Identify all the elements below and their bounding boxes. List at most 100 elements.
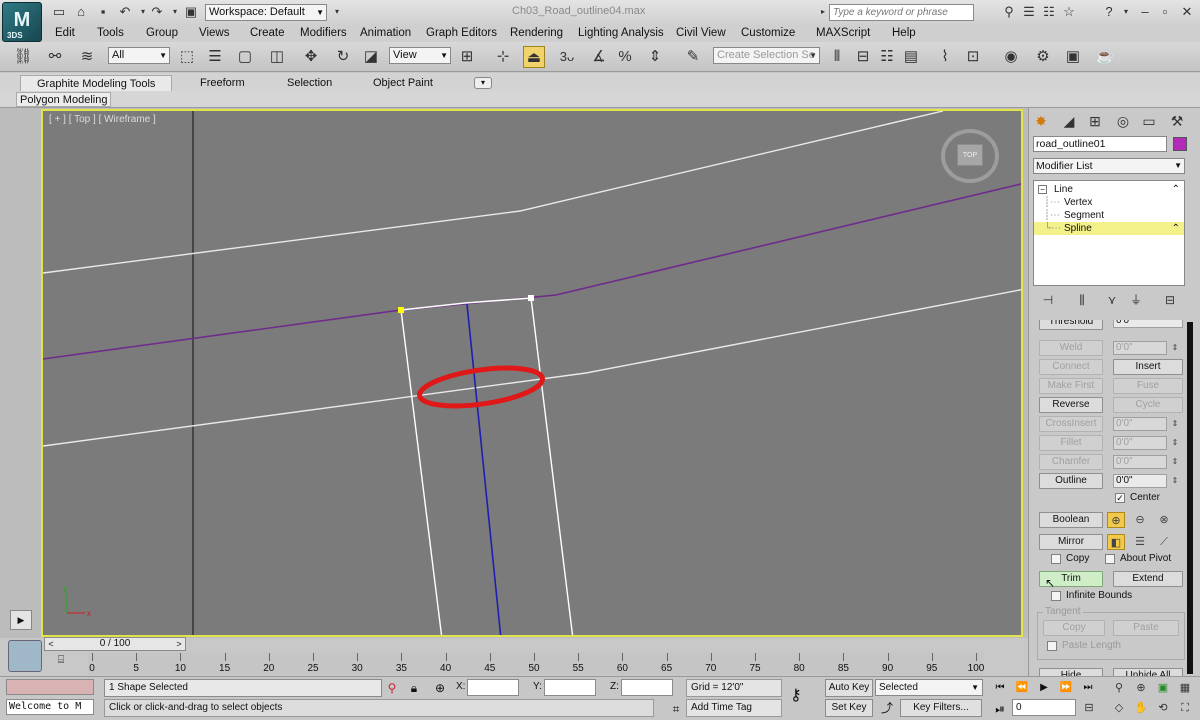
chevron-up-icon[interactable]: ⌃ <box>1172 183 1180 196</box>
schematic-view-icon[interactable]: ⊡ <box>962 46 984 68</box>
tab-graphite-modeling-tools[interactable]: Graphite Modeling Tools <box>20 75 173 91</box>
menu-lighting-analysis[interactable]: Lighting Analysis <box>578 26 664 41</box>
help-dropdown-icon[interactable]: ▾ <box>1117 4 1135 20</box>
quick-access-dropdown-icon[interactable]: ▾ <box>328 4 346 20</box>
center-checkbox[interactable]: ✓ <box>1115 493 1125 503</box>
maxscript-listener-output[interactable]: Welcome to M <box>6 699 94 715</box>
absolute-mode-icon[interactable]: ⊕ <box>432 680 448 696</box>
selection-lock-icon[interactable]: 🔒︎ <box>406 680 422 696</box>
key-mode-toggle-icon[interactable]: ⏯ <box>992 701 1008 717</box>
show-end-result-icon[interactable]: ⫼ <box>1071 292 1093 308</box>
pan-view-icon[interactable]: ✋ <box>1132 699 1150 717</box>
stack-item-vertex[interactable]: ┊⋯ Vertex <box>1034 196 1184 209</box>
workspace-dropdown[interactable]: Workspace: Default ▼ <box>205 4 327 21</box>
snaps-toggle-icon[interactable]: 3ᴗ <box>556 46 578 68</box>
track-bar[interactable]: 0 5 10 15 20 25 30 35 40 45 50 55 60 65 70 75 80 85 90 95 10… <box>88 653 984 675</box>
select-object-icon[interactable]: ⬚ <box>176 46 198 68</box>
viewport-canvas[interactable]: y x <box>43 111 1023 637</box>
intersection-icon[interactable]: ⊗ <box>1155 512 1173 528</box>
spinner-arrows-icon[interactable]: ⇕ <box>1169 340 1181 356</box>
union-icon[interactable]: ⊕ <box>1107 512 1125 528</box>
spinner-arrows-icon[interactable]: ⇕ <box>1169 473 1181 489</box>
track-bar-toggle-icon[interactable]: ⌸ <box>50 654 72 668</box>
modify-tab-icon[interactable]: ◢ <box>1059 111 1079 131</box>
weld-button[interactable]: Weld <box>1039 340 1103 356</box>
reference-coordinate-dropdown[interactable]: View ▼ <box>389 47 451 64</box>
minilistener-toggle[interactable] <box>8 640 42 672</box>
menu-help[interactable]: Help <box>892 26 916 41</box>
spinner-arrows-icon[interactable]: ⇕ <box>1169 454 1181 470</box>
menu-maxscript[interactable]: MAXScript <box>816 26 870 41</box>
add-time-tag-button[interactable]: Add Time Tag <box>686 699 782 717</box>
stack-item-line[interactable]: − Line ⌃ <box>1034 183 1184 196</box>
pin-stack-icon[interactable]: ⊣ <box>1037 292 1059 308</box>
menu-customize[interactable]: Customize <box>741 26 795 41</box>
render-setup-icon[interactable]: ⚙ <box>1032 46 1054 68</box>
first-vertex-marker[interactable] <box>398 307 404 313</box>
subscription-icon[interactable]: ☰ <box>1020 4 1038 20</box>
y-coordinate-field[interactable] <box>544 679 596 696</box>
time-configuration-icon[interactable]: ⊟ <box>1080 699 1098 717</box>
help-icon[interactable]: ? <box>1100 4 1118 20</box>
link-icon[interactable]: ⛓ <box>12 46 34 68</box>
viewport-layout-tab-arrow[interactable]: ▶ <box>10 610 32 630</box>
application-logo[interactable]: M 3DS <box>2 2 42 42</box>
remove-modifier-icon[interactable]: ⏚ <box>1125 292 1147 308</box>
tab-selection[interactable]: Selection <box>287 75 332 91</box>
ribbon-options-icon[interactable]: ▾ <box>474 77 492 89</box>
menu-group[interactable]: Group <box>146 26 178 41</box>
next-key-icon[interactable]: ⏩ <box>1056 680 1076 696</box>
save-icon[interactable]: ▪ <box>94 4 112 20</box>
display-tab-icon[interactable]: ▭ <box>1139 111 1159 131</box>
go-to-end-icon[interactable]: ⏭ <box>1078 680 1098 696</box>
z-coordinate-field[interactable] <box>621 679 673 696</box>
maximize-icon[interactable]: ▫ <box>1156 4 1174 20</box>
menu-create[interactable]: Create <box>250 26 285 41</box>
outline-button[interactable]: Outline <box>1039 473 1103 489</box>
default-in-out-tangents-icon[interactable]: ⤴ <box>876 699 898 717</box>
viewcube-top-face[interactable]: TOP <box>957 144 983 166</box>
key-mode-dropdown[interactable]: Selected ▼ <box>875 679 983 696</box>
fillet-spinner[interactable]: 0'0" <box>1113 436 1167 450</box>
menu-edit[interactable]: Edit <box>55 26 75 41</box>
stack-item-segment[interactable]: ┊⋯ Segment <box>1034 209 1184 222</box>
move-icon[interactable]: ✥ <box>300 46 322 68</box>
layer-manager-icon[interactable]: ☷ <box>876 46 898 68</box>
object-name-field[interactable]: road_outline01 <box>1033 136 1167 152</box>
time-tag-icon[interactable]: ⌗ <box>668 701 684 717</box>
current-frame-field[interactable]: 0 <box>1012 699 1076 716</box>
viewcube[interactable]: TOP <box>939 129 1001 183</box>
fillet-button[interactable]: Fillet <box>1039 435 1103 451</box>
rotate-icon[interactable]: ↻ <box>332 46 354 68</box>
menu-tools[interactable]: Tools <box>97 26 124 41</box>
menu-views[interactable]: Views <box>199 26 229 41</box>
paste-length-checkbox[interactable] <box>1047 641 1057 651</box>
unlink-icon[interactable]: ⚯ <box>44 46 66 68</box>
project-folder-icon[interactable]: ▣ <box>182 4 200 20</box>
key-icon[interactable]: ⚷ <box>790 685 802 705</box>
key-filters-button[interactable]: Key Filters... <box>900 699 982 717</box>
set-key-button[interactable]: Set Key <box>825 699 873 717</box>
connect-button[interactable]: Connect <box>1039 359 1103 375</box>
fuse-button[interactable]: Fuse <box>1113 378 1183 394</box>
orbit-icon[interactable]: ⟲ <box>1154 699 1172 717</box>
search-input[interactable]: Type a keyword or phrase <box>829 4 974 21</box>
binoculars-icon[interactable]: ⚲ <box>1000 4 1018 20</box>
open-file-icon[interactable]: ⌂ <box>72 4 90 20</box>
mirror-horizontal-icon[interactable]: ◧ <box>1107 534 1125 550</box>
collapse-icon[interactable]: − <box>1038 185 1047 194</box>
extend-button[interactable]: Extend <box>1113 571 1183 587</box>
infinite-bounds-checkbox[interactable] <box>1051 591 1061 601</box>
mirror-vertical-icon[interactable]: ☰ <box>1131 534 1149 550</box>
about-pivot-checkbox[interactable] <box>1105 554 1115 564</box>
copy-checkbox[interactable] <box>1051 554 1061 564</box>
reverse-button[interactable]: Reverse <box>1039 397 1103 413</box>
hierarchy-tab-icon[interactable]: ⊞ <box>1085 111 1105 131</box>
crossinsert-button[interactable]: CrossInsert <box>1039 416 1103 432</box>
curve-editor-icon[interactable]: ⌇ <box>934 46 956 68</box>
scale-icon[interactable]: ◪ <box>360 46 382 68</box>
zoom-all-icon[interactable]: ⊕ <box>1132 679 1150 697</box>
tangent-paste-button[interactable]: Paste <box>1113 620 1179 636</box>
favorites-icon[interactable]: ☆ <box>1060 4 1078 20</box>
render-production-icon[interactable]: ☕ <box>1094 46 1116 68</box>
